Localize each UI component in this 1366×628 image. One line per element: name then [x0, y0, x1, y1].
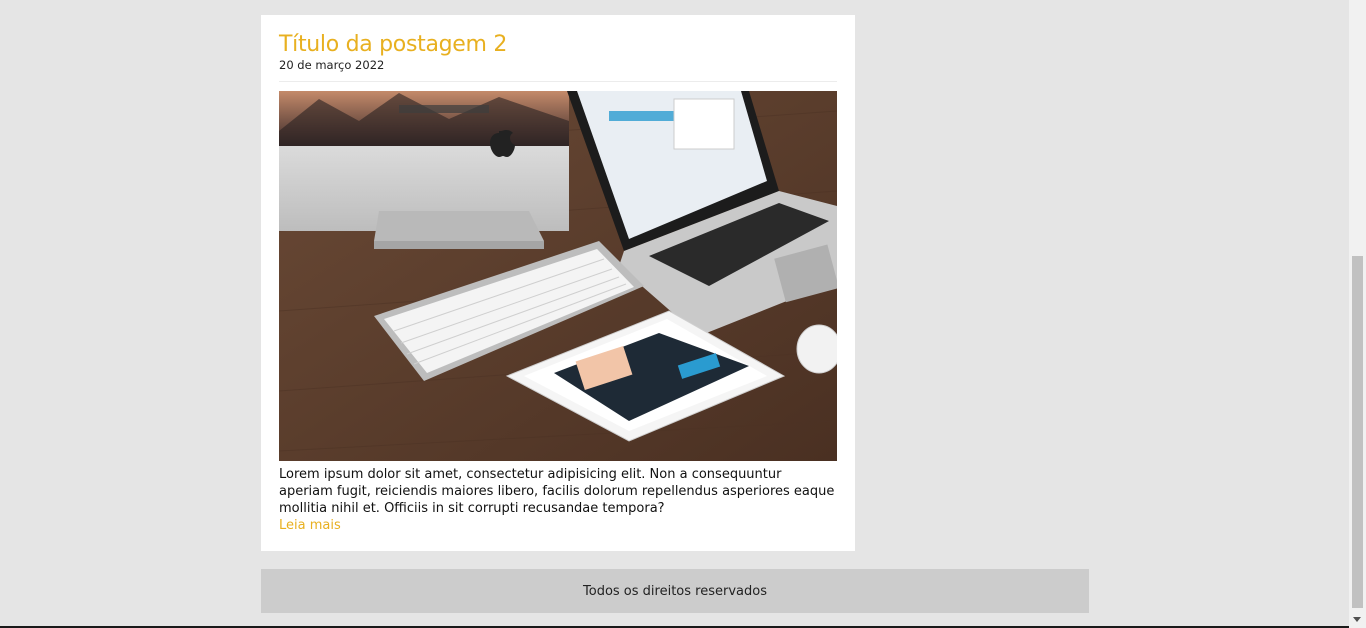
post-excerpt: Lorem ipsum dolor sit amet, consectetur … — [279, 467, 835, 516]
divider — [279, 81, 837, 82]
post-image — [279, 91, 837, 461]
post-date: 20 de março 2022 — [279, 58, 385, 72]
post-card: Título da postagem 2 20 de março 2022 Lo… — [261, 15, 855, 551]
scrollbar-thumb[interactable] — [1352, 256, 1363, 608]
scrollbar[interactable] — [1349, 0, 1366, 628]
read-more-link[interactable]: Leia mais — [279, 517, 341, 534]
post-title: Título da postagem 2 — [279, 32, 508, 57]
scroll-down-arrow-icon[interactable] — [1353, 617, 1361, 622]
footer-copyright: Todos os direitos reservados — [583, 583, 767, 599]
site-footer: Todos os direitos reservados — [261, 569, 1089, 613]
